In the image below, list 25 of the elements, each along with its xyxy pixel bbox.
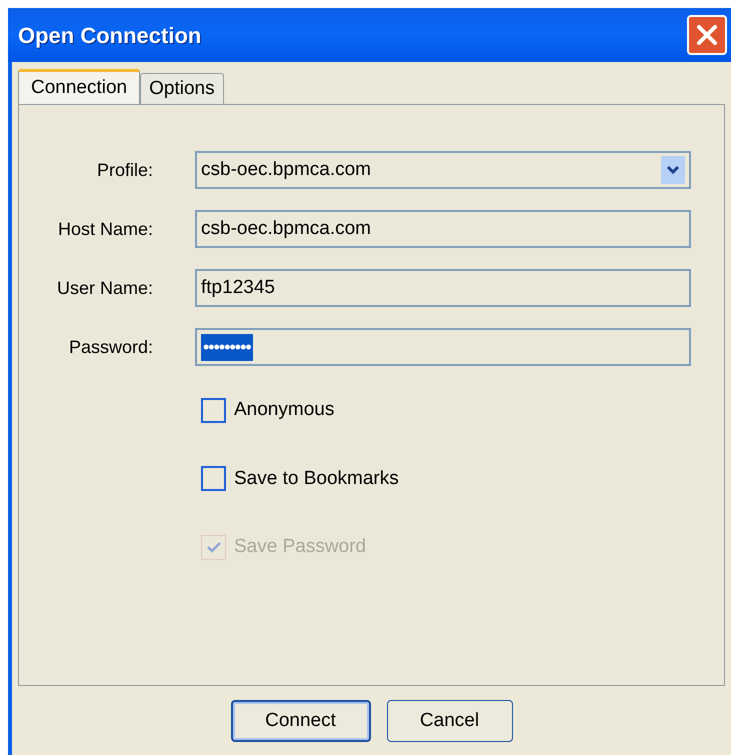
- checkbox-label: Save to Bookmarks: [234, 466, 399, 490]
- close-icon: [695, 23, 719, 47]
- field-label: Host Name:: [56, 218, 153, 240]
- field-value: ftp12345: [201, 276, 275, 300]
- check-icon: [206, 540, 222, 554]
- selected-text: •••••••••: [201, 334, 253, 360]
- password-field[interactable]: •••••••••: [195, 328, 691, 366]
- close-button[interactable]: [687, 15, 727, 55]
- checkbox-label: Anonymous: [234, 398, 334, 422]
- field-label: Profile:: [96, 158, 153, 182]
- field-value: csb-oec.bpmca.com: [201, 158, 372, 182]
- profile-dropdown[interactable]: csb-oec.bpmca.com: [195, 151, 691, 189]
- input-field[interactable]: ftp12345: [195, 269, 691, 307]
- checkbox[interactable]: [201, 398, 226, 423]
- checkbox[interactable]: [201, 466, 226, 492]
- field-value: csb-oec.bpmca.com: [201, 216, 372, 241]
- dialog-button[interactable]: Connect: [230, 700, 370, 742]
- tab[interactable]: Connection: [18, 69, 140, 105]
- tab[interactable]: Options: [140, 73, 224, 104]
- checkbox-label: Save Password: [234, 535, 366, 559]
- field-label: User Name:: [56, 276, 153, 300]
- input-field[interactable]: csb-oec.bpmca.com: [195, 210, 691, 248]
- window-title: Open Connection: [18, 22, 202, 50]
- dialog-button[interactable]: Cancel: [386, 700, 512, 742]
- field-label: Password:: [68, 336, 153, 358]
